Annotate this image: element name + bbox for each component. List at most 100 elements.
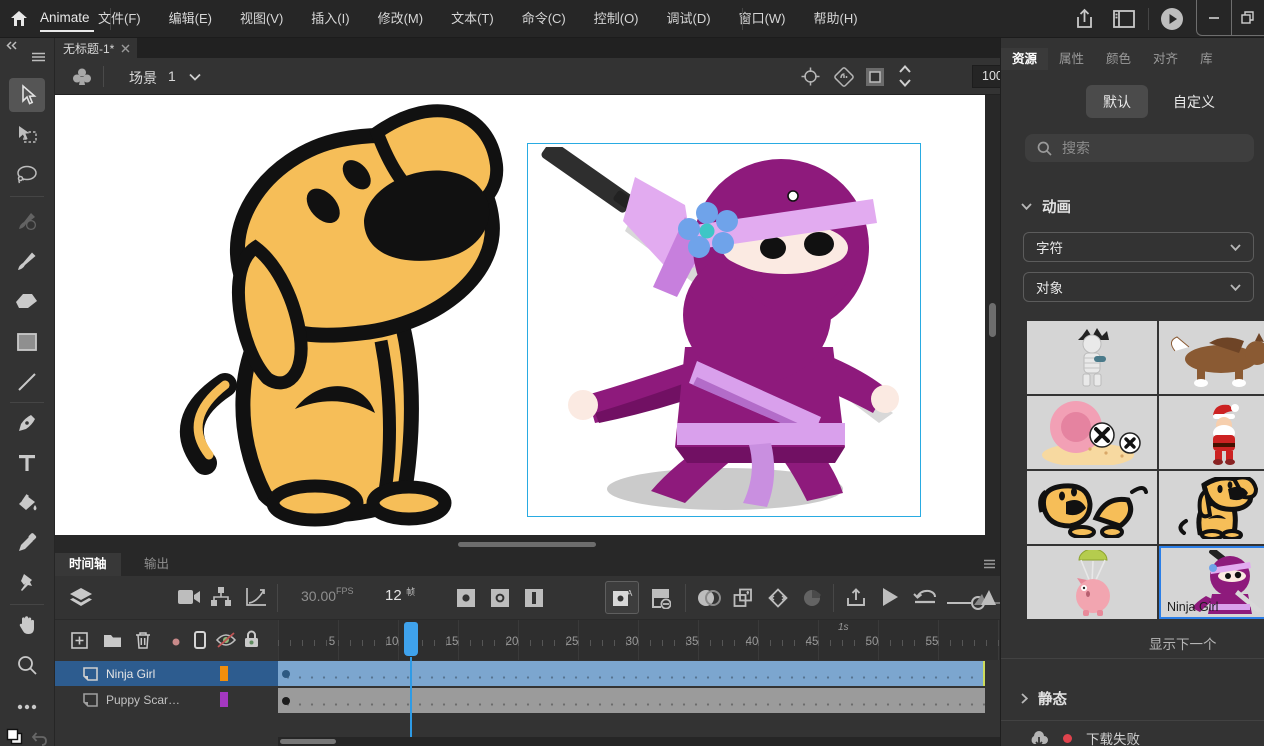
playhead[interactable] — [404, 622, 418, 656]
menu-control[interactable]: 控制(O) — [580, 0, 653, 38]
line-tool[interactable] — [9, 365, 45, 399]
motion-editor-icon[interactable] — [803, 588, 823, 608]
layers-stack-icon[interactable] — [69, 586, 93, 610]
share-icon[interactable] — [1074, 8, 1095, 30]
menu-edit[interactable]: 编辑(E) — [155, 0, 226, 38]
puppy-artwork[interactable] — [163, 103, 531, 531]
frame-track-puppy[interactable] — [278, 688, 985, 713]
menu-help[interactable]: 帮助(H) — [800, 0, 872, 38]
asset-thumb-puppy-playing[interactable] — [1027, 471, 1157, 544]
undo-icon[interactable] — [30, 730, 48, 746]
asset-warp-pin-tool[interactable] — [9, 566, 45, 600]
tab-color[interactable]: 颜色 — [1095, 48, 1142, 70]
layer-color-swatch[interactable] — [220, 666, 228, 681]
menu-modify[interactable]: 修改(M) — [364, 0, 438, 38]
new-folder-icon[interactable] — [103, 633, 122, 648]
section-static[interactable]: 静态 — [1021, 688, 1067, 709]
minimize-button[interactable] — [1197, 0, 1231, 35]
loop-range-icon[interactable] — [845, 588, 867, 608]
document-tab[interactable]: 无标题-1* — [55, 38, 137, 58]
cloud-download-icon[interactable] — [1029, 730, 1049, 746]
timeline-panel-menu-icon[interactable] — [983, 559, 996, 569]
paste-frames-icon[interactable] — [733, 588, 753, 608]
resize-timeline-icon[interactable] — [973, 588, 997, 606]
show-next-link[interactable]: 显示下一个 — [1149, 633, 1217, 653]
rectangle-tool[interactable] — [9, 325, 45, 359]
insert-keyframe-icon[interactable] — [457, 589, 475, 607]
home-icon[interactable] — [9, 9, 29, 29]
create-tween-icon[interactable] — [767, 588, 789, 608]
mode-custom-button[interactable]: 自定义 — [1163, 85, 1225, 118]
section-animated[interactable]: 动画 — [1021, 196, 1071, 217]
more-tools-icon[interactable] — [9, 690, 45, 724]
zoom-stepper[interactable] — [898, 63, 912, 89]
timeline-hscrollbar[interactable] — [278, 737, 1000, 746]
timeline-ruler[interactable]: 1s 5 10 15 20 25 30 35 40 45 50 55 — [278, 620, 1000, 660]
horizontal-scrollbar-thumb[interactable] — [458, 542, 596, 547]
show-hide-all-icon[interactable] — [215, 632, 237, 648]
eraser-tool[interactable] — [9, 284, 45, 318]
vertical-scrollbar[interactable] — [985, 95, 1000, 535]
subselection-transform-tool[interactable] — [9, 118, 45, 152]
panel-menu-icon[interactable] — [31, 52, 46, 62]
zoom-tool[interactable] — [9, 648, 45, 682]
tab-timeline[interactable]: 时间轴 — [55, 553, 121, 576]
camera-icon[interactable] — [177, 588, 201, 606]
new-layer-icon[interactable] — [71, 632, 88, 649]
tab-assets[interactable]: 资源 — [1001, 48, 1048, 70]
mode-default-button[interactable]: 默认 — [1086, 85, 1148, 118]
paint-bucket-tool[interactable] — [9, 486, 45, 520]
asset-thumb-snail[interactable] — [1027, 396, 1157, 469]
asset-thumb-mummy[interactable] — [1027, 321, 1157, 394]
collapse-panel-icon[interactable] — [6, 41, 18, 50]
lasso-tool[interactable] — [9, 158, 45, 192]
horizontal-scrollbar[interactable] — [55, 535, 1000, 553]
asset-thumb-puppy-sitting[interactable] — [1159, 471, 1264, 544]
app-name[interactable]: Animate — [40, 10, 90, 25]
test-movie-icon[interactable] — [1160, 7, 1184, 31]
current-frame-display[interactable]: 12 帧 — [385, 587, 415, 605]
text-tool[interactable] — [9, 446, 45, 480]
remove-frame-icon[interactable] — [651, 589, 671, 609]
fluid-brush-tool[interactable] — [9, 204, 45, 238]
filter-characters-dropdown[interactable]: 字符 — [1023, 232, 1254, 262]
clip-content-icon[interactable] — [865, 67, 885, 87]
lock-all-icon[interactable] — [244, 630, 259, 648]
tab-output[interactable]: 输出 — [130, 553, 183, 576]
highlight-layers-dot[interactable] — [172, 638, 180, 646]
vertical-scrollbar-thumb[interactable] — [989, 303, 996, 337]
menu-view[interactable]: 视图(V) — [226, 0, 297, 38]
frame-track-ninja[interactable] — [278, 661, 985, 686]
workspace-icon[interactable] — [1113, 10, 1135, 28]
layer-parenting-icon[interactable] — [210, 586, 232, 608]
delete-layer-icon[interactable] — [135, 631, 151, 649]
layer-color-swatch[interactable] — [220, 692, 228, 707]
frame-easing-graph-icon[interactable] — [245, 587, 267, 607]
pen-tool[interactable] — [9, 406, 45, 440]
auto-keyframe-button[interactable]: A — [605, 581, 639, 614]
stage-canvas[interactable] — [55, 95, 985, 535]
scene-chevron-down-icon[interactable] — [189, 73, 201, 81]
outline-view-icon[interactable] — [194, 631, 206, 649]
asset-thumb-ninja-girl[interactable]: Ninja Girl — [1159, 546, 1264, 619]
filter-objects-dropdown[interactable]: 对象 — [1023, 272, 1254, 302]
tab-library[interactable]: 库 — [1189, 48, 1224, 70]
step-back-icon[interactable] — [913, 589, 937, 605]
asset-thumb-santa[interactable] — [1159, 396, 1264, 469]
search-input[interactable]: 搜索 — [1025, 134, 1254, 162]
onion-skin-icon[interactable] — [697, 589, 721, 607]
keyframe-dot[interactable] — [282, 697, 290, 705]
fps-display[interactable]: 30.00FPS — [301, 588, 354, 606]
asset-thumb-wolf[interactable] — [1159, 321, 1264, 394]
keyframe-dot[interactable] — [282, 670, 290, 678]
tab-properties[interactable]: 属性 — [1048, 48, 1095, 70]
layer-row-puppy[interactable]: Puppy Scar… — [55, 687, 278, 712]
menu-window[interactable]: 窗口(W) — [725, 0, 800, 38]
classic-brush-tool[interactable] — [9, 244, 45, 278]
selection-tool[interactable] — [9, 78, 45, 112]
play-button[interactable] — [881, 587, 899, 607]
menu-debug[interactable]: 调试(D) — [653, 0, 725, 38]
tab-align[interactable]: 对齐 — [1142, 48, 1189, 70]
menu-insert[interactable]: 插入(I) — [297, 0, 363, 38]
hand-tool[interactable] — [9, 608, 45, 642]
